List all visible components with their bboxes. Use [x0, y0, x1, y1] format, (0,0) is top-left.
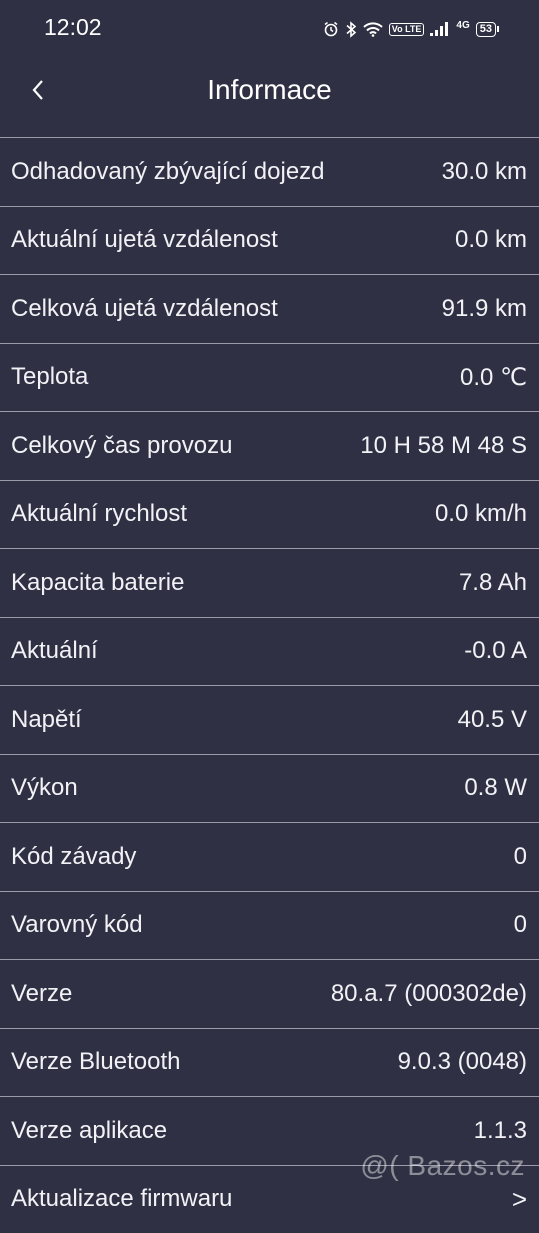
list-item: Kapacita baterie 7.8 Ah: [0, 548, 539, 617]
list-item: Aktuální ujetá vzdálenost 0.0 km: [0, 206, 539, 275]
row-label: Kapacita baterie: [11, 569, 184, 597]
row-value: 0: [514, 843, 527, 871]
row-label: Napětí: [11, 706, 82, 734]
row-label: Verze: [11, 980, 72, 1008]
list-item: Aktuální -0.0 A: [0, 617, 539, 686]
row-label: Aktuální ujetá vzdálenost: [11, 226, 278, 254]
app-header: Informace: [0, 58, 539, 138]
row-value: 0.0 km: [455, 226, 527, 254]
network-type: 4G: [456, 20, 469, 31]
status-bar: 12:02 Vo LTE 4G 53: [0, 0, 539, 58]
chevron-right-icon: >: [512, 1184, 527, 1215]
row-value: 0.0 ℃: [460, 363, 527, 392]
row-value: 30.0 km: [442, 158, 527, 186]
wifi-icon: [363, 22, 383, 37]
list-item: Kód závady 0: [0, 822, 539, 891]
list-item: Celková ujetá vzdálenost 91.9 km: [0, 274, 539, 343]
row-value: 7.8 Ah: [459, 569, 527, 597]
row-label: Verze Bluetooth: [11, 1048, 180, 1076]
row-value: 40.5 V: [458, 706, 527, 734]
row-label: Varovný kód: [11, 911, 143, 939]
row-label: Aktuální rychlost: [11, 500, 187, 528]
row-label: Verze aplikace: [11, 1117, 167, 1145]
battery-icon: 53: [476, 22, 499, 37]
bluetooth-icon: [345, 21, 357, 38]
page-title: Informace: [0, 74, 539, 106]
alarm-icon: [323, 21, 339, 37]
row-value: 80.a.7 (000302de): [331, 980, 527, 1008]
row-value: 10 H 58 M 48 S: [360, 432, 527, 460]
list-item: Celkový čas provozu 10 H 58 M 48 S: [0, 411, 539, 480]
row-value: 9.0.3 (0048): [398, 1048, 527, 1076]
list-item: Výkon 0.8 W: [0, 754, 539, 823]
signal-icon: [430, 22, 450, 36]
volte-badge: Vo LTE: [389, 23, 425, 36]
row-value: 0: [514, 911, 527, 939]
status-icons: Vo LTE 4G 53: [323, 19, 499, 39]
row-label: Výkon: [11, 774, 78, 802]
row-label: Kód závady: [11, 843, 136, 871]
battery-tip: [497, 26, 499, 32]
row-label: Aktuální: [11, 637, 98, 665]
list-item: Verze 80.a.7 (000302de): [0, 959, 539, 1028]
row-label: Celková ujetá vzdálenost: [11, 295, 278, 323]
watermark: @( Bazos.cz: [360, 1150, 525, 1182]
row-label: Aktualizace firmwaru: [11, 1185, 232, 1213]
row-value: 0.0 km/h: [435, 500, 527, 528]
row-value: 91.9 km: [442, 295, 527, 323]
list-item: Verze Bluetooth 9.0.3 (0048): [0, 1028, 539, 1097]
row-value: 1.1.3: [474, 1117, 527, 1145]
list-item: Varovný kód 0: [0, 891, 539, 960]
row-value: 0.8 W: [464, 774, 527, 802]
row-label: Celkový čas provozu: [11, 432, 232, 460]
list-item: Aktuální rychlost 0.0 km/h: [0, 480, 539, 549]
row-label: Teplota: [11, 363, 88, 391]
status-time: 12:02: [44, 14, 102, 41]
info-list: Odhadovaný zbývající dojezd 30.0 km Aktu…: [0, 137, 539, 1233]
list-item: Napětí 40.5 V: [0, 685, 539, 754]
list-item: Teplota 0.0 ℃: [0, 343, 539, 412]
row-value: -0.0 A: [464, 637, 527, 665]
battery-level: 53: [476, 22, 496, 37]
row-label: Odhadovaný zbývající dojezd: [11, 158, 325, 186]
list-item: Odhadovaný zbývající dojezd 30.0 km: [0, 137, 539, 206]
